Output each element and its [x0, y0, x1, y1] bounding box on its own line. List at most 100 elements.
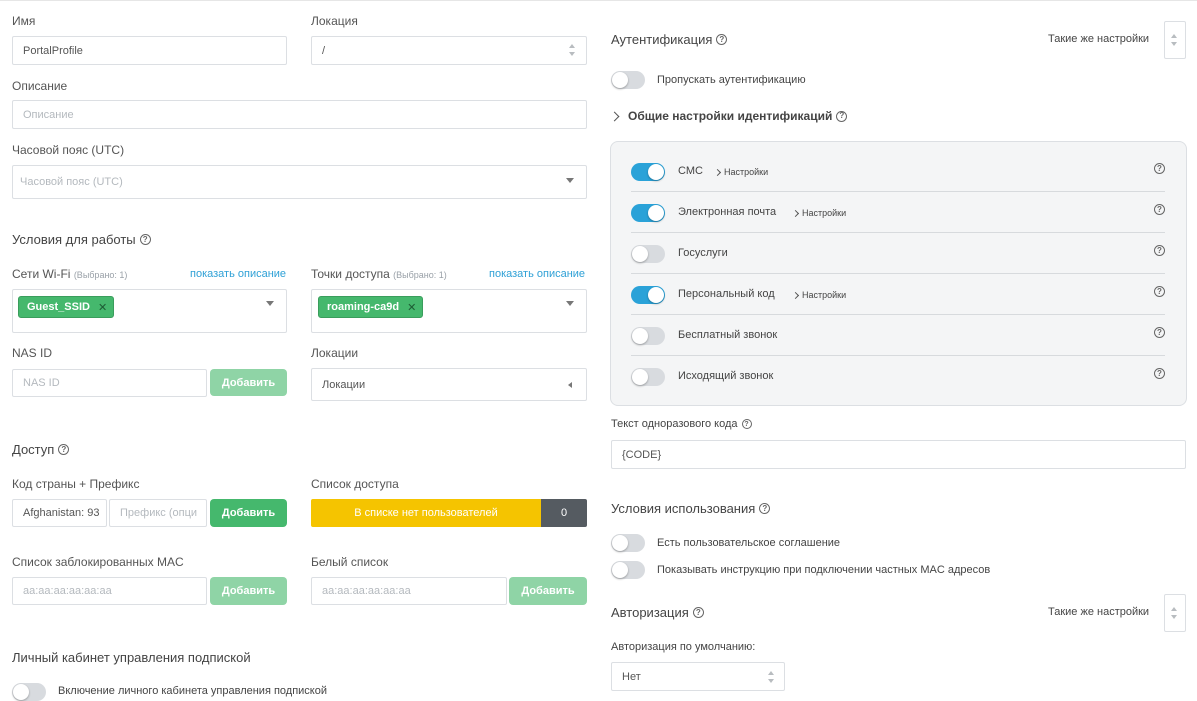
help-icon[interactable]: ?: [1154, 327, 1165, 338]
sms-toggle[interactable]: [631, 163, 665, 181]
auth-method-name: Госуслуги: [678, 247, 728, 259]
personal-code-settings-link[interactable]: Настройки: [791, 290, 846, 300]
help-icon[interactable]: ?: [1154, 245, 1165, 256]
locations-select[interactable]: Локации: [311, 368, 587, 401]
auth-method-row: СМС Настройки ?: [631, 151, 1165, 192]
blocked-mac-add-button[interactable]: Добавить: [210, 577, 287, 605]
user-agreement-toggle[interactable]: [611, 534, 645, 552]
cabinet-toggle-label: Включение личного кабинета управления по…: [58, 685, 328, 697]
auth-methods-panel: СМС Настройки ? Электронная почта Настро…: [610, 141, 1187, 406]
email-toggle[interactable]: [631, 204, 665, 222]
ap-label-text: Точки доступа: [311, 267, 390, 281]
timezone-select[interactable]: Часовой пояс (UTC): [12, 165, 587, 199]
country-add-button[interactable]: Добавить: [210, 499, 287, 527]
authz-title-text: Авторизация: [611, 605, 689, 620]
authz-spin-icon: [1171, 607, 1178, 619]
otp-text-input[interactable]: {CODE}: [611, 440, 1186, 469]
location-value: /: [322, 44, 326, 57]
personal-code-toggle[interactable]: [631, 286, 665, 304]
whitelist-label: Белый список: [311, 555, 389, 569]
blocked-mac-label: Список заблокированных MAC: [12, 555, 184, 569]
mac-instruction-label: Показывать инструкцию при подключении ча…: [657, 564, 991, 576]
help-icon[interactable]: ?: [716, 34, 728, 45]
help-icon[interactable]: ?: [836, 110, 848, 122]
work-conditions-title-text: Условия для работы: [12, 232, 136, 247]
top-divider: [0, 0, 1197, 1]
authz-default-spin-icon: [768, 671, 775, 683]
auth-method-name: Бесплатный звонок: [678, 329, 778, 341]
chip-remove-icon[interactable]: ✕: [407, 301, 416, 314]
location-select[interactable]: /: [311, 36, 587, 65]
wifi-chip[interactable]: Guest_SSID ✕: [18, 296, 115, 318]
auth-title-text: Аутентификация: [611, 32, 713, 47]
work-conditions-title: Условия для работы ?: [12, 232, 151, 247]
auth-method-row: Бесплатный звонок ?: [631, 315, 1165, 356]
access-list-count-badge: 0: [541, 499, 587, 527]
country-code-select[interactable]: Afghanistan: 93: [12, 499, 107, 527]
nasid-input[interactable]: NAS ID: [12, 369, 207, 397]
otp-text-label-text: Текст одноразового кода: [611, 418, 738, 430]
wifi-label-text: Сети Wi-Fi: [12, 267, 71, 281]
terms-title: Условия использования ?: [611, 501, 771, 516]
auth-method-name: Исходящий звонок: [678, 370, 774, 382]
chip-remove-icon[interactable]: ✕: [98, 301, 107, 314]
wifi-label: Сети Wi-Fi (Выбрано: 1): [12, 267, 127, 281]
authz-title: Авторизация ?: [611, 605, 704, 620]
help-icon[interactable]: ?: [1154, 368, 1165, 379]
name-label: Имя: [12, 14, 36, 28]
auth-method-name: Электронная почта: [678, 206, 777, 218]
skip-auth-toggle[interactable]: [611, 71, 645, 89]
ap-chip[interactable]: roaming-ca9d ✕: [318, 296, 424, 318]
help-icon[interactable]: ?: [1154, 204, 1165, 215]
location-label: Локация: [311, 14, 358, 28]
ap-show-description-link[interactable]: показать описание: [489, 268, 585, 280]
auth-method-row: Персональный код Настройки ?: [631, 274, 1165, 315]
locations-label: Локации: [311, 346, 359, 360]
free-call-toggle[interactable]: [631, 327, 665, 345]
cabinet-toggle[interactable]: [12, 683, 46, 701]
auth-method-row: Электронная почта Настройки ?: [631, 192, 1165, 233]
email-settings-link[interactable]: Настройки: [791, 208, 847, 218]
settings-link-label: Настройки: [724, 167, 769, 177]
access-title: Доступ ?: [12, 442, 70, 457]
help-icon[interactable]: ?: [1154, 286, 1165, 297]
blocked-mac-input[interactable]: aa:aa:aa:aa:aa:aa: [12, 577, 207, 605]
authz-default-select[interactable]: Нет: [611, 662, 785, 691]
description-input[interactable]: Описание: [12, 100, 587, 129]
prefix-input[interactable]: Префикс (опци: [109, 499, 207, 527]
chevron-right-icon: [791, 291, 800, 299]
wifi-chip-label: Guest_SSID: [27, 301, 90, 313]
locations-chevron-left-icon: [568, 382, 572, 388]
help-icon[interactable]: ?: [58, 444, 70, 455]
name-input[interactable]: PortalProfile: [12, 36, 287, 65]
timezone-label: Часовой пояс (UTC): [12, 143, 125, 157]
ap-selected-count: (Выбрано: 1): [393, 270, 447, 280]
otp-text-label: Текст одноразового кода ?: [611, 418, 752, 430]
gosuslugi-toggle[interactable]: [631, 245, 665, 263]
auth-spin-icon: [1171, 34, 1178, 46]
chevron-right-icon: [791, 209, 800, 217]
help-icon[interactable]: ?: [692, 607, 704, 618]
help-icon[interactable]: ?: [1154, 163, 1165, 174]
auth-method-name: СМС: [678, 165, 703, 177]
mac-instruction-toggle[interactable]: [611, 561, 645, 579]
nasid-add-button[interactable]: Добавить: [210, 369, 287, 396]
auth-method-row: Исходящий звонок ?: [631, 356, 1165, 397]
sms-settings-link[interactable]: Настройки: [713, 167, 769, 177]
whitelist-input[interactable]: aa:aa:aa:aa:aa:aa: [311, 577, 507, 605]
chevron-right-icon: [609, 111, 620, 121]
authz-same-settings-label: Такие же настройки: [1048, 606, 1150, 618]
nasid-label: NAS ID: [12, 346, 53, 360]
outgoing-call-toggle[interactable]: [631, 368, 665, 386]
help-icon[interactable]: ?: [759, 503, 771, 514]
common-id-settings-toggle[interactable]: Общие настройки идентификаций ?: [609, 109, 848, 123]
skip-auth-label: Пропускать аутентификацию: [657, 74, 806, 86]
settings-link-label: Настройки: [802, 208, 847, 218]
help-icon[interactable]: ?: [139, 234, 151, 245]
access-list-empty-bar: В списке нет пользователей: [311, 499, 541, 527]
auth-method-row: Госуслуги ?: [631, 233, 1165, 274]
wifi-show-description-link[interactable]: показать описание: [190, 268, 286, 280]
auth-method-name: Персональный код: [678, 288, 775, 300]
help-icon[interactable]: ?: [741, 419, 752, 429]
whitelist-add-button[interactable]: Добавить: [509, 577, 587, 605]
